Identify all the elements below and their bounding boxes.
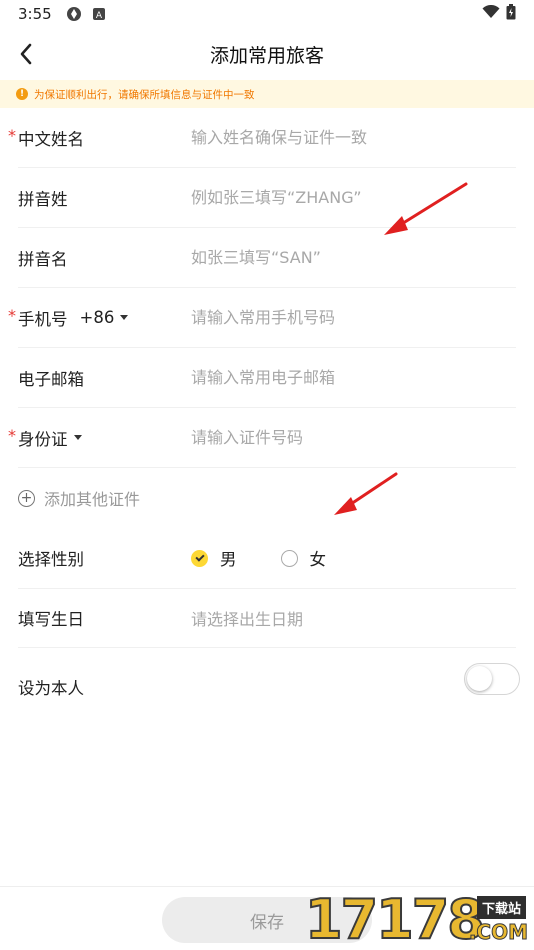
phone-row: * 手机号 +86	[8, 288, 516, 348]
watermark-digits: 17178	[304, 888, 486, 950]
pinyin-given-label: 拼音名	[18, 249, 68, 269]
birthday-placeholder: 请选择出生日期	[191, 610, 304, 629]
gender-female-label: 女	[309, 550, 327, 569]
warning-icon: !	[16, 88, 28, 100]
email-row: 电子邮箱	[18, 348, 516, 408]
id-row: * 身份证	[8, 408, 516, 468]
chevron-left-icon	[20, 43, 32, 65]
chinese-name-label: 中文姓名	[18, 129, 84, 149]
notification-a-icon: A	[92, 7, 106, 21]
birthday-label: 填写生日	[18, 610, 84, 629]
pinyin-surname-label: 拼音姓	[18, 189, 68, 209]
phone-label: 手机号	[18, 309, 68, 329]
phone-label-group: 手机号 +86	[18, 306, 191, 330]
set-as-self-toggle[interactable]	[464, 663, 520, 695]
radio-checked-icon	[191, 549, 208, 567]
battery-icon	[506, 4, 516, 24]
set-as-self-row: 设为本人	[18, 648, 520, 726]
page-title: 添加常用旅客	[209, 44, 324, 67]
gender-row: 选择性别 男 女	[18, 528, 516, 588]
required-mark: *	[8, 426, 16, 445]
app-notification-icon	[66, 6, 82, 22]
id-type-select[interactable]: 身份证	[18, 426, 191, 450]
chinese-name-row: * 中文姓名	[8, 108, 516, 168]
annotation-arrow	[334, 472, 398, 515]
status-time: 3:55	[18, 5, 52, 23]
annotation-arrow	[384, 182, 468, 235]
wifi-icon	[482, 4, 500, 23]
country-code-value: +86	[79, 308, 115, 327]
birthday-row[interactable]: 填写生日 请选择出生日期	[18, 588, 516, 648]
caret-down-icon	[73, 435, 82, 440]
email-label: 电子邮箱	[18, 369, 84, 389]
add-document-label: 添加其他证件	[44, 490, 141, 509]
required-mark: *	[8, 126, 16, 145]
chinese-name-input[interactable]	[191, 128, 516, 147]
pinyin-given-input[interactable]	[191, 248, 516, 267]
status-right	[482, 4, 516, 24]
back-button[interactable]	[12, 40, 40, 68]
radio-unchecked-icon	[280, 549, 298, 567]
set-as-self-label: 设为本人	[18, 679, 84, 698]
phone-input[interactable]	[191, 308, 516, 327]
watermark-com: .COM	[468, 920, 528, 945]
id-type-label: 身份证	[18, 429, 68, 449]
watermark-tag: 下载站	[476, 896, 526, 919]
toggle-knob	[467, 666, 492, 691]
country-code-select[interactable]: +86	[80, 308, 129, 327]
id-number-input[interactable]	[191, 428, 516, 447]
gender-female-option[interactable]: 女	[280, 546, 327, 570]
gender-male-label: 男	[220, 550, 237, 569]
required-mark: *	[8, 306, 16, 325]
gender-label: 选择性别	[18, 550, 84, 569]
notice-text: 为保证顺利出行，请确保所填信息与证件中一致	[34, 88, 255, 101]
notice-banner: ! 为保证顺利出行，请确保所填信息与证件中一致	[0, 80, 534, 108]
svg-text:A: A	[96, 11, 103, 21]
nav-bar: 添加常用旅客	[0, 28, 534, 80]
status-bar: 3:55 A	[0, 0, 534, 28]
caret-down-icon	[120, 315, 129, 320]
add-circle-icon: +	[18, 489, 35, 507]
email-input[interactable]	[191, 368, 516, 387]
add-document-button[interactable]: + 添加其他证件	[18, 468, 516, 528]
gender-male-option[interactable]: 男	[191, 546, 237, 570]
site-watermark-logo: 17178 下载站 .COM	[304, 888, 530, 950]
